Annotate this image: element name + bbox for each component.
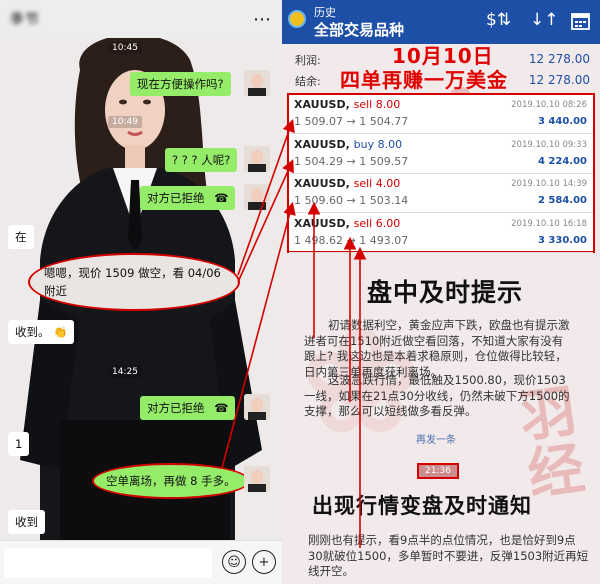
trade-date: 2019.10.10 08:26: [511, 100, 587, 110]
clap-emoji-icon: 👏: [53, 325, 68, 339]
send-another-link[interactable]: 再发一条: [416, 431, 456, 446]
avatar[interactable]: [244, 146, 270, 172]
trade-row[interactable]: XAUUSD, sell 6.00 1 498.62 → 1 493.07 2019…: [289, 214, 593, 253]
trade-row[interactable]: XAUUSD, buy 8.00 1 504.29 → 1 509.57 2019.…: [289, 135, 593, 174]
trade-prices: 1 509.07 → 1 504.77: [294, 115, 409, 128]
analysis-paragraph-1: 初请数据利空，黄金应声下跌，欧盘也有提示激进者可在1510附近做空看回落，不知道…: [304, 318, 570, 379]
analysis-paragraph-3: 刚刚也有提示，看9点半的点位情况，也是恰好到9点30就破位1500，多单暂时不要…: [308, 533, 589, 578]
trade-side: sell 8.00: [353, 98, 401, 111]
message-bubble[interactable]: 1: [8, 432, 30, 456]
chat-header: 季节 ⋯: [0, 0, 282, 38]
phone-hangup-icon: ☎: [214, 401, 229, 415]
trade-symbol: XAUUSD, sell 8.00: [294, 98, 401, 111]
trade-profit: 3 440.00: [537, 116, 587, 127]
message-bubble[interactable]: 收到: [8, 510, 45, 534]
message-text: 收到。: [15, 325, 50, 339]
trade-symbol: XAUUSD, sell 4.00: [294, 177, 401, 190]
trade-symbol: XAUUSD, sell 6.00: [294, 216, 401, 230]
trade-date: 2019.10.10 16:18: [511, 218, 587, 229]
call-rejected-bubble[interactable]: 对方已拒绝 ☎: [140, 396, 236, 420]
avatar[interactable]: [244, 184, 270, 210]
trade-side: sell 4.00: [353, 177, 401, 190]
balance-label: 结余:: [295, 75, 321, 88]
trade-row[interactable]: XAUUSD, sell 4.00 1 509.60 → 1 503.14 2019…: [289, 174, 593, 213]
call-rejected-bubble[interactable]: 对方已拒绝 ☎: [140, 186, 236, 210]
message-bubble[interactable]: 在: [8, 225, 34, 249]
timestamp-box: 21:36: [417, 463, 459, 479]
trade-side: buy 8.00: [353, 137, 403, 151]
trade-symbol: XAUUSD, buy 8.00: [294, 137, 403, 151]
message-bubble-highlighted[interactable]: 嗯嗯，现价 1509 做空，看 04/06 附近: [28, 253, 240, 311]
trade-side: sell 6.00: [353, 216, 401, 230]
app-logo-icon[interactable]: [288, 10, 306, 28]
chat-title: 季节: [10, 12, 40, 28]
message-input[interactable]: [4, 548, 212, 578]
toolbar-subtitle: 历史: [314, 6, 336, 19]
clap-message-bubble[interactable]: 收到。 👏: [8, 320, 75, 344]
trade-row[interactable]: XAUUSD, sell 8.00 1 509.07 → 1 504.77 2019…: [289, 95, 593, 134]
headline-intraday-tips: 盘中及时提示: [367, 278, 524, 307]
chat-timestamp: 10:45: [108, 42, 142, 54]
toolbar-title[interactable]: 全部交易品种: [314, 19, 404, 40]
message-text: 对方已拒绝: [147, 191, 205, 205]
sort-icon[interactable]: ↓↑: [530, 10, 559, 30]
more-icon[interactable]: ⋯: [253, 9, 272, 30]
emoji-icon[interactable]: ☺: [222, 550, 246, 574]
trade-profit: 3 330.00: [537, 234, 587, 246]
message-bubble[interactable]: ? ? ? 人呢?: [165, 148, 238, 172]
trading-history-screen: ⚘ 羽经 ❀ 历史 全部交易品种 $⇅ ↓↑ 利润: 12 278.00 结余:…: [282, 0, 600, 584]
trade-prices: 1 504.29 → 1 509.57: [294, 154, 409, 168]
calendar-icon[interactable]: [571, 12, 590, 30]
trade-prices: 1 509.60 → 1 503.14: [294, 194, 409, 207]
chat-input-bar: ☺ +: [0, 540, 282, 584]
message-bubble-highlighted[interactable]: 空单离场，再做 8 手多。: [92, 463, 250, 499]
analysis-paragraph-2: 这波急跌行情，最低触及1500.80，现价1503一线，如果在21点30分收线，…: [304, 373, 570, 418]
plus-icon[interactable]: +: [252, 550, 276, 574]
headline-summary: 四单再赚一万美金: [340, 68, 508, 92]
message-text: 对方已拒绝: [147, 401, 205, 415]
avatar[interactable]: [244, 394, 270, 420]
dollar-exchange-icon[interactable]: $⇅: [486, 10, 511, 30]
trade-list: XAUUSD, sell 8.00 1 509.07 → 1 504.77 2019…: [287, 93, 595, 253]
trade-date: 2019.10.10 09:33: [511, 139, 587, 150]
chat-screen: 季节 ⋯ 10:45 现在方便操作吗? 10:49 ? ? ? 人呢? 对方已拒…: [0, 0, 282, 584]
trade-date: 2019.10.10 14:39: [511, 179, 587, 189]
phone-hangup-icon: ☎: [214, 191, 229, 205]
trade-prices: 1 498.62 → 1 493.07: [294, 233, 409, 247]
chat-timestamp: 14:25: [108, 366, 142, 378]
profit-label: 利润:: [295, 54, 321, 67]
message-bubble[interactable]: 现在方便操作吗?: [130, 72, 231, 96]
avatar[interactable]: [244, 466, 270, 492]
avatar[interactable]: [244, 70, 270, 96]
headline-trend-change: 出现行情变盘及时通知: [312, 494, 532, 518]
trade-profit: 2 584.00: [537, 195, 587, 206]
profit-value: 12 278.00: [528, 52, 590, 66]
chat-timestamp: 10:49: [108, 116, 142, 128]
balance-value: 12 278.00: [528, 73, 590, 87]
trade-profit: 4 224.00: [537, 155, 587, 167]
app-toolbar: 历史 全部交易品种 $⇅ ↓↑: [282, 0, 600, 44]
